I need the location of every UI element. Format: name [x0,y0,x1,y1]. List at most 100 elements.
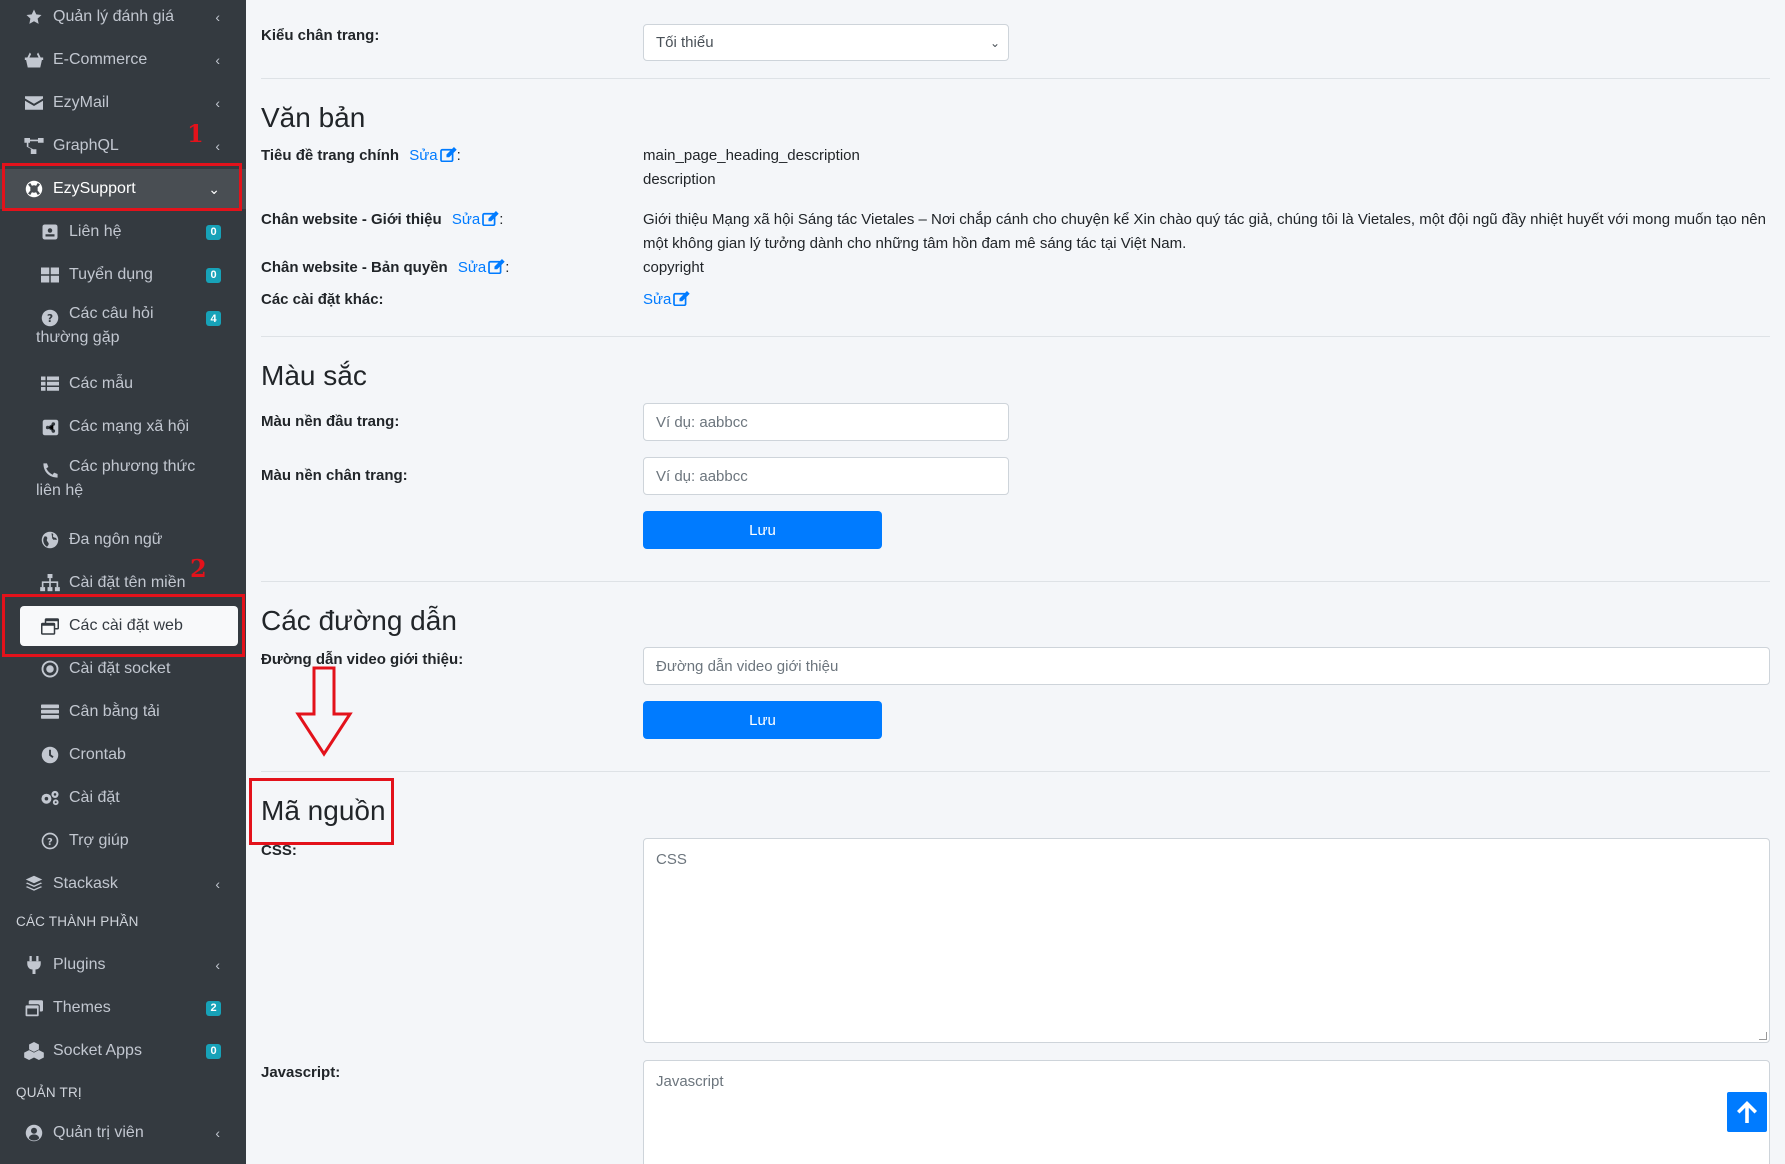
css-textarea[interactable]: CSS [643,838,1770,1043]
annotation-highlight-source [249,778,394,845]
edit-icon [439,147,457,162]
sidebar-subitem-label: Cài đặt socket [69,660,171,677]
save-colors-button[interactable]: Lưu [643,511,882,549]
edit-main-heading-link[interactable]: Sửa [409,147,457,164]
contact-box-icon [40,222,60,242]
divider [261,336,1770,337]
colon: : [505,259,510,276]
sidebar-subitem-contact-methods[interactable]: Các phương thức liên hệ [0,451,246,509]
divider [261,581,1770,582]
sidebar-subitem-recruitment[interactable]: Tuyển dụng 0 [0,255,246,295]
basket-icon [24,50,44,70]
footer-bg-input[interactable]: Ví dụ: aabbcc [643,457,1009,495]
sidebar-item-plugins[interactable]: Plugins ‹ [0,945,246,985]
sidebar-subitem-contact[interactable]: Liên hệ 0 [0,212,246,252]
footer-type-label: Kiểu chân trang: [261,27,380,44]
sidebar-subitem-label: Tuyển dụng [69,266,153,283]
list-table-icon [40,374,60,394]
sidebar-item-socket-apps[interactable]: Socket Apps 0 [0,1031,246,1071]
footer-type-selected-value: Tối thiểu [656,34,714,51]
sidebar-item-label: Quản lý đánh giá [53,8,174,25]
sidebar-item-ezymail[interactable]: EzyMail ‹ [0,83,246,123]
header-bg-label: Màu nền đầu trang: [261,413,400,430]
annotation-highlight-web-settings [2,594,245,657]
js-textarea[interactable]: Javascript [643,1060,1770,1164]
edit-other-settings-link[interactable]: Sửa [643,288,691,312]
sidebar-subitem-socket-settings[interactable]: Cài đặt socket [0,649,246,689]
resize-handle[interactable] [1759,1032,1767,1040]
sidebar-header-components: CÁC THÀNH PHẦN [16,914,139,929]
edit-footer-intro-link[interactable]: Sửa [452,211,499,228]
sidebar-subitem-label: Trợ giúp [69,832,129,849]
sidebar-item-themes[interactable]: Themes 2 [0,988,246,1028]
sidebar-item-label: Themes [53,999,111,1016]
sidebar-header-admin: QUẢN TRỊ [16,1085,82,1100]
main-heading-value-2: description [643,171,716,188]
footer-type-select[interactable]: Tối thiểu ⌄ [643,24,1009,61]
annotation-marker-2: 2 [190,554,207,583]
footer-intro-value: Giới thiệu Mạng xã hội Sáng tác Vietales… [643,211,1766,252]
edit-link-text: Sửa [643,291,672,308]
edit-link-text: Sửa [451,211,481,228]
clock-icon [40,745,60,765]
sidebar-item-label: GraphQL [53,137,119,154]
user-circle-icon [24,1123,44,1143]
question-circle-outline-icon: ? [40,831,60,851]
chevron-down-icon: ⌄ [989,35,1000,50]
main-content: Kiểu chân trang: Tối thiểu ⌄ Văn bản Tiê… [246,0,1785,1164]
footer-bg-placeholder: Ví dụ: aabbcc [656,467,748,485]
sidebar-subitem-help[interactable]: ? Trợ giúp [0,821,246,861]
svg-text:?: ? [47,837,53,848]
save-links-button[interactable]: Lưu [643,701,882,739]
sidebar-subitem-crontab[interactable]: Crontab [0,735,246,775]
footer-intro-label-text: Chân website - Giới thiệu [261,211,442,228]
sidebar-subitem-label: Đa ngôn ngữ [69,531,163,548]
plug-icon [24,955,44,975]
sidebar-subitem-label: Cài đặt [69,789,120,806]
sidebar-subitem-label: Các phương thức liên hệ [36,458,196,499]
server-icon [40,702,60,722]
video-link-placeholder: Đường dẫn video giới thiệu [656,657,839,675]
sidebar-subitem-label: Các mẫu [69,375,134,392]
sidebar-subitem-label: Các mạng xã hội [69,418,190,435]
count-badge: 0 [206,224,221,240]
sidebar-item-label: Stackask [53,875,118,892]
sidebar-item-label: Plugins [53,956,106,973]
scroll-to-top-button[interactable] [1727,1092,1767,1132]
sidebar-subitem-templates[interactable]: Các mẫu [0,364,246,404]
sidebar-subitem-label: Các câu hỏi thường gặp [36,305,154,346]
sidebar-item-label: Socket Apps [53,1042,142,1059]
header-bg-input[interactable]: Ví dụ: aabbcc [643,403,1009,441]
colon: : [456,147,461,164]
sidebar-subitem-social-networks[interactable]: Các mạng xã hội [0,407,246,447]
sidebar-item-label: E-Commerce [53,51,148,68]
count-badge: 0 [206,1043,221,1059]
sidebar-subitem-load-balancing[interactable]: Cân bằng tải [0,692,246,732]
sidebar-item-stackask[interactable]: Stackask ‹ [0,864,246,904]
sidebar: Quản lý đánh giá ‹ E-Commerce ‹ EzyMail … [0,0,246,1164]
sidebar-subitem-faq[interactable]: ? Các câu hỏi thường gặp 4 [0,298,246,356]
edit-footer-copyright-link[interactable]: Sửa [458,259,505,276]
video-link-input[interactable]: Đường dẫn video giới thiệu [643,647,1770,685]
project-diagram-icon [24,136,44,156]
sidebar-item-graphql[interactable]: GraphQL ‹ [0,126,246,166]
chevron-left-icon: ‹ [215,9,220,25]
edit-icon [482,211,499,226]
chevron-left-icon: ‹ [215,1125,220,1141]
sidebar-item-administrators[interactable]: Quản trị viên ‹ [0,1113,246,1153]
chevron-left-icon: ‹ [215,52,220,68]
divider [261,771,1770,772]
envelope-icon [24,93,44,113]
css-placeholder: CSS [656,851,687,868]
sidebar-subitem-languages[interactable]: Đa ngôn ngữ [0,520,246,560]
chevron-left-icon: ‹ [215,876,220,892]
sitemap-icon [40,573,60,593]
sidebar-subitem-settings[interactable]: Cài đặt [0,778,246,818]
count-badge: 4 [206,311,221,326]
sidebar-item-reviews[interactable]: Quản lý đánh giá ‹ [0,0,246,37]
sidebar-item-ecommerce[interactable]: E-Commerce ‹ [0,40,246,80]
annotation-down-arrow-icon [295,666,353,757]
main-heading-label: Tiêu đề trang chính Sửa: [261,147,461,164]
share-square-icon [40,417,60,437]
other-settings-label: Các cài đặt khác: [261,291,384,308]
